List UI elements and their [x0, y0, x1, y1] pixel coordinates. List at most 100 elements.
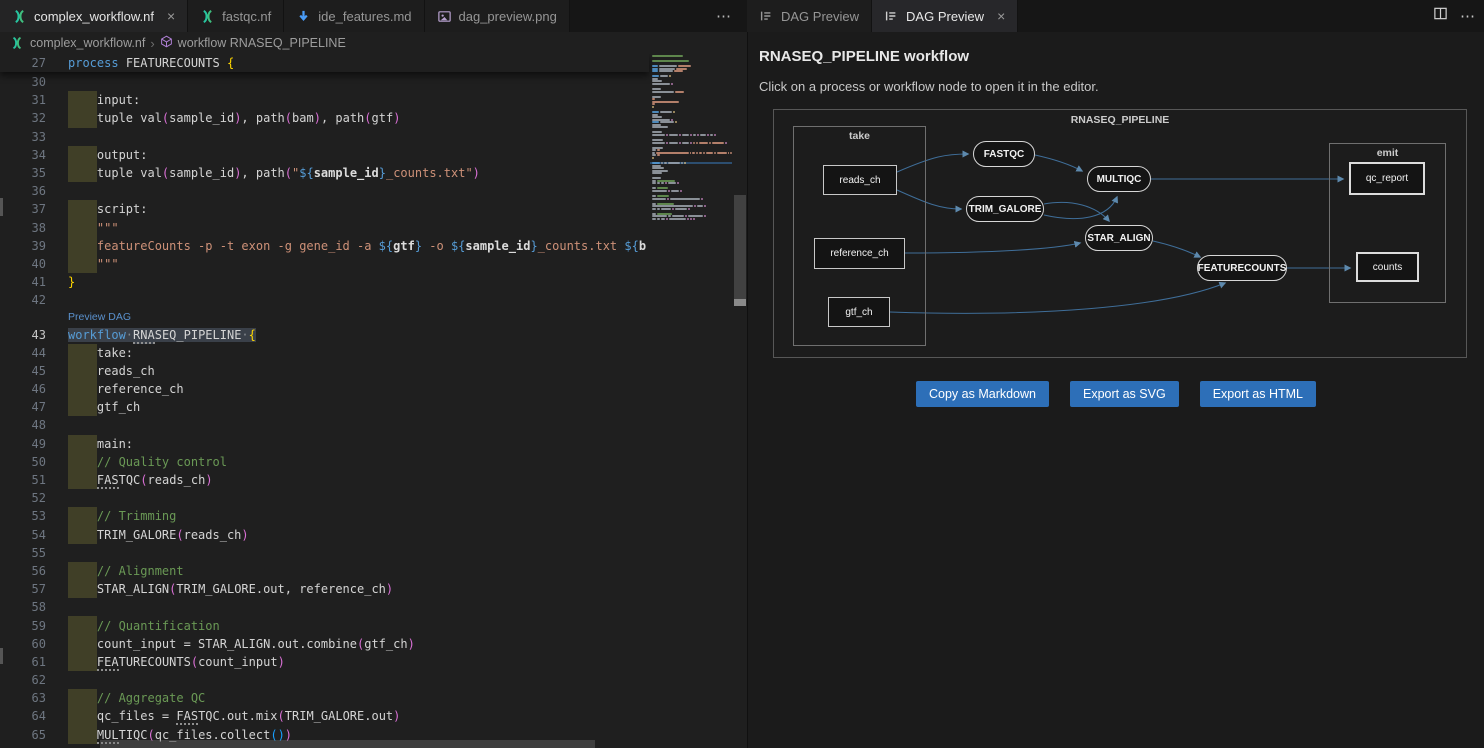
code-token: , path	[241, 111, 284, 125]
line-number: 55	[0, 546, 46, 560]
export-as-html-button[interactable]: Export as HTML	[1200, 381, 1316, 407]
code-line[interactable]: 53 // Trimming	[0, 507, 649, 525]
code-line[interactable]: 34 output:	[0, 146, 649, 164]
minimap[interactable]	[650, 55, 732, 748]
code-line[interactable]: 42	[0, 291, 649, 309]
code-token: count_input = STAR_ALIGN.out.combine	[68, 637, 357, 651]
dag-node-qc_report[interactable]: qc_report	[1349, 162, 1425, 195]
code-line[interactable]: 32 tuple val(sample_id), path(bam), path…	[0, 109, 649, 127]
line-number: 42	[0, 293, 46, 307]
tab-dag-preview-inactive[interactable]: DAG Preview	[747, 0, 872, 32]
dag-node-counts[interactable]: counts	[1356, 252, 1419, 282]
code-line[interactable]: 36	[0, 182, 649, 200]
tab-ide-features[interactable]: ide_features.md	[284, 0, 424, 32]
code-line[interactable]: 44 take:	[0, 344, 649, 362]
code-token: qc_files =	[68, 709, 176, 723]
code-token: -o	[422, 239, 451, 253]
sticky-scroll-line[interactable]: 27process FEATURECOUNTS {	[0, 54, 649, 72]
code-token	[68, 564, 97, 578]
code-token: }	[415, 239, 422, 253]
code-line[interactable]: 37 script:	[0, 200, 649, 218]
code-line[interactable]: 43workflow·RNASEQ_PIPELINE·{	[0, 325, 649, 343]
horizontal-scrollbar[interactable]	[0, 740, 747, 748]
line-number: 60	[0, 637, 46, 651]
copy-as-markdown-button[interactable]: Copy as Markdown	[916, 381, 1049, 407]
code-line[interactable]: 51 FASTQC(reads_ch)	[0, 471, 649, 489]
tab-dag-preview-active[interactable]: DAG Preview ×	[872, 0, 1018, 32]
code-line[interactable]: 39 featureCounts -p -t exon -g gene_id -…	[0, 237, 649, 255]
code-line[interactable]: 57 STAR_ALIGN(TRIM_GALORE.out, reference…	[0, 580, 649, 598]
tab-label: fastqc.nf	[222, 9, 271, 24]
code-line[interactable]: 33	[0, 128, 649, 146]
code-line[interactable]: 45 reads_ch	[0, 362, 649, 380]
editor-area: complex_workflow.nf › workflow RNASEQ_PI…	[0, 32, 1484, 748]
dag-node-gtf_ch[interactable]: gtf_ch	[828, 297, 890, 327]
dag-node-FASTQC[interactable]: FASTQC	[973, 141, 1035, 167]
codelens-row[interactable]: Preview DAG	[0, 309, 649, 325]
code-line[interactable]: 47 gtf_ch	[0, 398, 649, 416]
code-token: (	[278, 709, 285, 723]
code-line[interactable]: 61 FEATURECOUNTS(count_input)	[0, 653, 649, 671]
split-editor-icon[interactable]	[1433, 6, 1448, 26]
vertical-scrollbar[interactable]	[733, 54, 747, 748]
line-number: 48	[0, 418, 46, 432]
tab-overflow-icon[interactable]: ⋯	[716, 0, 733, 32]
dag-node-reads_ch[interactable]: reads_ch	[823, 165, 897, 195]
code-line[interactable]: 48	[0, 416, 649, 434]
code-token: // Alignment	[97, 564, 184, 578]
code-token: ·	[126, 328, 133, 342]
code-line[interactable]: 49 main:	[0, 435, 649, 453]
code-editor[interactable]: 27process FEATURECOUNTS { 3031 input:32 …	[0, 54, 747, 748]
more-actions-icon[interactable]: ⋯	[1460, 7, 1476, 25]
code-line[interactable]: 58	[0, 598, 649, 616]
breadcrumb-symbol[interactable]: workflow RNASEQ_PIPELINE	[178, 36, 346, 50]
image-file-icon	[437, 9, 452, 24]
dag-edge-FASTQC-to-MULTIQC	[1035, 155, 1082, 171]
code-token: reference_ch	[68, 382, 184, 396]
line-number: 44	[0, 346, 46, 360]
code-line[interactable]: 54 TRIM_GALORE(reads_ch)	[0, 526, 649, 544]
symbol-cube-icon	[160, 35, 173, 51]
code-line[interactable]: 62	[0, 671, 649, 689]
code-line[interactable]: 64 qc_files = FASTQC.out.mix(TRIM_GALORE…	[0, 707, 649, 725]
tab-complex-workflow[interactable]: complex_workflow.nf ×	[0, 0, 188, 32]
code-token: , path	[321, 111, 364, 125]
code-token: TRIM_GALORE.out, reference_ch	[176, 582, 386, 596]
code-line[interactable]: 52	[0, 489, 649, 507]
code-line[interactable]: 27process FEATURECOUNTS {	[0, 54, 747, 72]
code-line[interactable]: 56 // Alignment	[0, 562, 649, 580]
code-line[interactable]: 50 // Quality control	[0, 453, 649, 471]
dag-node-reference_ch[interactable]: reference_ch	[814, 238, 905, 269]
code-token: sample_id	[169, 166, 234, 180]
breadcrumb[interactable]: complex_workflow.nf › workflow RNASEQ_PI…	[0, 32, 747, 54]
code-line[interactable]: 31 input:	[0, 91, 649, 109]
code-line[interactable]: 60 count_input = STAR_ALIGN.out.combine(…	[0, 635, 649, 653]
close-icon[interactable]: ×	[167, 9, 175, 23]
line-number: 50	[0, 455, 46, 469]
nextflow-file-icon	[200, 9, 215, 24]
code-line[interactable]: 35 tuple val(sample_id), path("${sample_…	[0, 164, 649, 182]
tab-fastqc[interactable]: fastqc.nf	[188, 0, 284, 32]
dag-node-FEATURECOUNTS[interactable]: FEATURECOUNTS	[1197, 255, 1287, 281]
export-as-svg-button[interactable]: Export as SVG	[1070, 381, 1179, 407]
code-line[interactable]: 40 """	[0, 255, 649, 273]
code-line[interactable]: 38 """	[0, 219, 649, 237]
close-icon[interactable]: ×	[997, 9, 1005, 23]
codelens-link[interactable]: Preview DAG	[0, 311, 131, 323]
breadcrumb-file[interactable]: complex_workflow.nf	[30, 36, 145, 50]
dag-node-STAR_ALIGN[interactable]: STAR_ALIGN	[1085, 225, 1153, 251]
code-line[interactable]: 30	[0, 73, 649, 91]
markdown-arrow-icon	[296, 9, 311, 24]
code-line[interactable]: 63 // Aggregate QC	[0, 689, 649, 707]
code-token: gtf_ch	[364, 637, 407, 651]
scrollbar-slider[interactable]	[100, 740, 595, 748]
code-line[interactable]: 41}	[0, 273, 649, 291]
scrollbar-slider[interactable]	[734, 195, 746, 306]
tab-dag-preview-png[interactable]: dag_preview.png	[425, 0, 570, 32]
dag-node-MULTIQC[interactable]: MULTIQC	[1087, 166, 1151, 192]
left-edge-mark	[0, 198, 3, 216]
code-line[interactable]: 46 reference_ch	[0, 380, 649, 398]
code-line[interactable]: 59 // Quantification	[0, 616, 649, 634]
code-line[interactable]: 55	[0, 544, 649, 562]
dag-node-TRIM_GALORE[interactable]: TRIM_GALORE	[966, 196, 1044, 222]
